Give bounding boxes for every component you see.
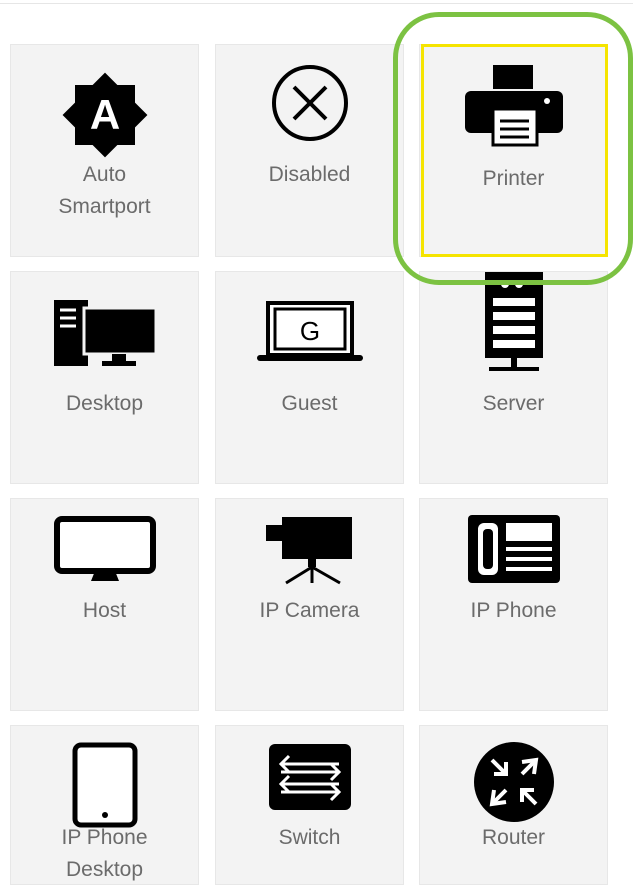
tile-server[interactable]: Server [419, 271, 608, 484]
guest-icon-letter: G [299, 316, 319, 346]
tile-router[interactable]: Router [419, 725, 608, 885]
server-icon [484, 272, 543, 371]
tile-label-ip-phone-desktop: IP Phone Desktop [61, 826, 148, 881]
disabled-icon [271, 65, 348, 141]
tile-auto-smartport[interactable]: A Auto Smartport [10, 44, 199, 257]
tile-printer[interactable]: Printer [419, 44, 608, 257]
switch-icon [268, 744, 351, 810]
auto-icon-letter: A [89, 91, 119, 138]
ip-camera-icon [265, 517, 352, 585]
tile-disabled[interactable]: Disabled [215, 44, 404, 257]
tile-switch[interactable]: Switch [215, 725, 404, 885]
tablet-icon [72, 742, 137, 828]
tile-ip-phone-desktop[interactable]: IP Phone Desktop [10, 725, 199, 885]
host-monitor-icon [53, 516, 156, 581]
tile-label-ip-camera: IP Camera [259, 599, 360, 622]
tile-label-desktop: Desktop [65, 392, 144, 415]
tile-host[interactable]: Host [10, 498, 199, 711]
ip-phone-icon [467, 515, 560, 583]
router-icon [473, 742, 554, 822]
tile-label-host: Host [82, 599, 127, 622]
printer-icon [464, 65, 563, 147]
tile-ip-phone[interactable]: IP Phone [419, 498, 608, 711]
tile-guest[interactable]: G Guest [215, 271, 404, 484]
tile-label-router: Router [481, 826, 546, 849]
tile-label-disabled: Disabled [268, 163, 351, 186]
tile-label-ip-phone: IP Phone [470, 599, 557, 622]
tile-label-server: Server [482, 392, 545, 415]
tile-label-auto-smartport: Auto Smartport [58, 163, 151, 218]
guest-laptop-icon: G [256, 301, 363, 361]
desktop-icon [53, 300, 157, 366]
top-divider [0, 3, 633, 4]
tile-ip-camera[interactable]: IP Camera [215, 498, 404, 711]
auto-smartport-icon: A [62, 72, 147, 158]
tile-label-guest: Guest [281, 392, 338, 415]
tile-label-printer: Printer [482, 167, 545, 190]
tile-desktop[interactable]: Desktop [10, 271, 199, 484]
tile-label-switch: Switch [278, 826, 341, 849]
